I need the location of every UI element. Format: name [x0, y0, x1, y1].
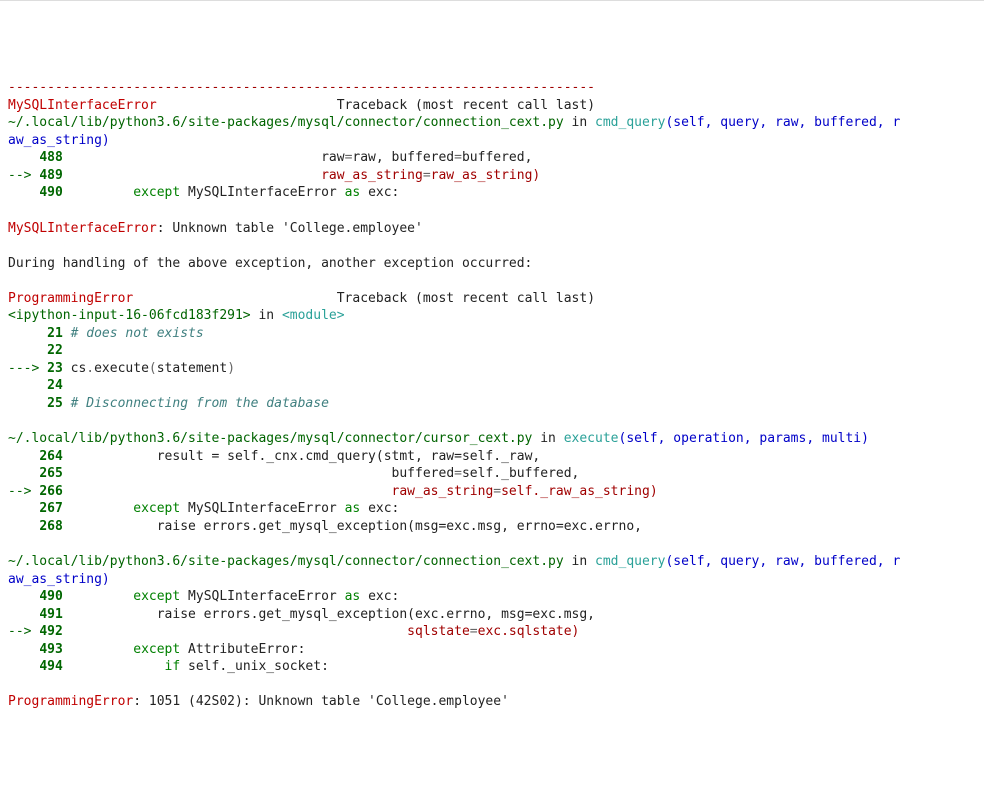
lineno: 489 — [39, 168, 62, 183]
func-args: (self, query, raw, buffered, r — [665, 554, 900, 569]
kw-as: as — [345, 501, 361, 516]
traceback-label: Traceback (most recent call last) — [337, 98, 595, 113]
func-name: execute — [564, 431, 619, 446]
lineno: 492 — [39, 624, 62, 639]
comment: # Disconnecting from the database — [71, 396, 329, 411]
lineno: 24 — [47, 378, 63, 393]
current-line-arrow: ---> — [8, 361, 47, 376]
kw-in: in — [258, 308, 274, 323]
code-text: MySQLInterfaceError — [188, 185, 337, 200]
kw-in: in — [540, 431, 556, 446]
divider: ----------------------------------------… — [8, 80, 595, 95]
kw-except: except — [133, 642, 180, 657]
func-args: (self, query, raw, buffered, r — [665, 115, 900, 130]
kw-in: in — [572, 115, 588, 130]
error-message: : Unknown table 'College.employee' — [157, 221, 423, 236]
lineno: 490 — [39, 185, 62, 200]
file-path: ~/.local/lib/python3.6/site-packages/mys… — [8, 115, 564, 130]
func-args: (self, operation, params, multi) — [619, 431, 869, 446]
func-args-cont: aw_as_string) — [8, 572, 110, 587]
current-line-arrow: --> — [8, 624, 39, 639]
code-text: cs — [71, 361, 87, 376]
code-text: raw_as_string — [321, 168, 423, 183]
func-name: cmd_query — [595, 115, 665, 130]
lineno: 265 — [39, 466, 62, 481]
code-text: raw_as_string — [392, 484, 494, 499]
code-text: exc: — [368, 501, 399, 516]
lineno: 490 — [39, 589, 62, 604]
code-text: sqlstate — [407, 624, 470, 639]
lineno: 494 — [39, 659, 62, 674]
code-text: raw_as_string) — [431, 168, 541, 183]
lineno: 493 — [39, 642, 62, 657]
code-text: MySQLInterfaceError — [188, 501, 337, 516]
func-args-cont: aw_as_string) — [8, 133, 110, 148]
current-line-arrow: --> — [8, 168, 39, 183]
lineno: 268 — [39, 519, 62, 534]
lineno: 264 — [39, 449, 62, 464]
lineno: 491 — [39, 607, 62, 622]
code-text: result = self._cnx.cmd_query(stmt, raw=s… — [63, 449, 540, 464]
code-text: raw — [321, 150, 344, 165]
func-name: cmd_query — [595, 554, 665, 569]
file-path: ~/.local/lib/python3.6/site-packages/mys… — [8, 554, 564, 569]
code-text: self._raw_as_string) — [501, 484, 658, 499]
code-text: execute — [94, 361, 149, 376]
error-name: ProgrammingError — [8, 694, 133, 709]
code-text: raise errors.get_mysql_exception(msg=exc… — [63, 519, 642, 534]
code-text: statement — [157, 361, 227, 376]
error-name: ProgrammingError — [8, 291, 133, 306]
lineno: 25 — [47, 396, 63, 411]
file-path: ~/.local/lib/python3.6/site-packages/mys… — [8, 431, 532, 446]
current-line-arrow: --> — [8, 484, 39, 499]
code-text: buffered — [392, 466, 455, 481]
kw-except: except — [133, 501, 180, 516]
code-text: self._buffered, — [462, 466, 579, 481]
code-text: MySQLInterfaceError — [188, 589, 337, 604]
kw-except: except — [133, 589, 180, 604]
code-text: exc: — [368, 185, 399, 200]
code-text: buffered, — [462, 150, 532, 165]
error-name: MySQLInterfaceError — [8, 98, 157, 113]
code-text: raise errors.get_mysql_exception(exc.err… — [63, 607, 595, 622]
error-message: : 1051 (42S02): Unknown table 'College.e… — [133, 694, 509, 709]
func-name: <module> — [282, 308, 345, 323]
lineno: 23 — [47, 361, 63, 376]
lineno: 21 — [47, 326, 63, 341]
during-handling: During handling of the above exception, … — [8, 256, 532, 271]
file-path: <ipython-input-16-06fcd183f291> — [8, 308, 251, 323]
traceback-label: Traceback (most recent call last) — [337, 291, 595, 306]
lineno: 488 — [39, 150, 62, 165]
code-text: AttributeError: — [188, 642, 305, 657]
kw-if: if — [165, 659, 181, 674]
lineno: 22 — [47, 343, 63, 358]
code-text: self._unix_socket: — [188, 659, 329, 674]
error-name: MySQLInterfaceError — [8, 221, 157, 236]
code-text: exc: — [368, 589, 399, 604]
code-text: exc.sqlstate) — [478, 624, 580, 639]
code-text: raw, buffered — [352, 150, 454, 165]
traceback-output: ----------------------------------------… — [8, 79, 976, 711]
kw-as: as — [345, 589, 361, 604]
kw-as: as — [345, 185, 361, 200]
lineno: 266 — [39, 484, 62, 499]
comment: # does not exists — [71, 326, 204, 341]
kw-in: in — [572, 554, 588, 569]
lineno: 267 — [39, 501, 62, 516]
kw-except: except — [133, 185, 180, 200]
